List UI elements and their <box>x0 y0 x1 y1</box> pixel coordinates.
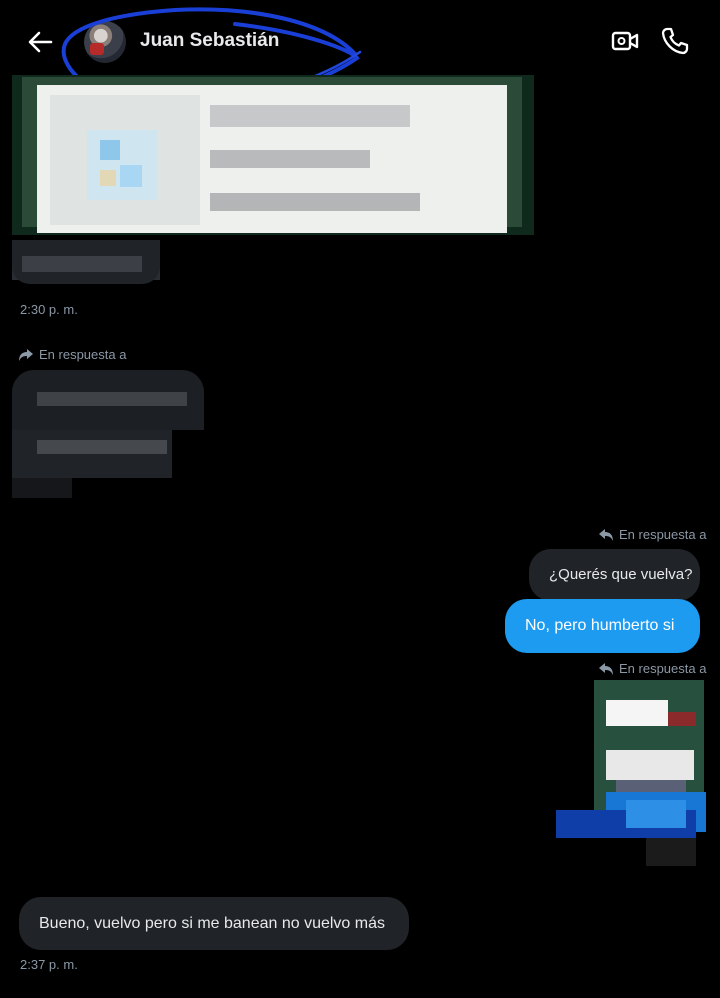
video-camera-icon <box>611 31 639 51</box>
voice-call-button[interactable] <box>660 26 690 56</box>
reply-label-text: En respuesta a <box>619 527 707 542</box>
censored-quoted-message[interactable] <box>12 370 212 500</box>
avatar[interactable] <box>84 21 126 63</box>
sent-message-bubble[interactable]: No, pero humberto si <box>505 599 700 653</box>
video-call-button[interactable] <box>610 26 640 56</box>
phone-icon <box>661 27 689 55</box>
reply-label-outgoing: En respuesta a <box>598 527 706 542</box>
reply-forward-icon <box>19 348 33 361</box>
received-message-bubble[interactable]: Bueno, vuelvo pero si me banean no vuelv… <box>19 897 409 950</box>
reply-label-text: En respuesta a <box>619 661 707 676</box>
reply-label-incoming: En respuesta a <box>18 347 126 362</box>
reply-label-text: En respuesta a <box>39 347 127 362</box>
censored-shared-post[interactable] <box>12 75 534 280</box>
contact-name[interactable]: Juan Sebastián <box>140 30 279 52</box>
reply-icon <box>599 528 613 541</box>
back-button[interactable] <box>22 24 58 60</box>
quoted-message-bubble[interactable]: ¿Querés que vuelva? <box>529 549 700 601</box>
dm-conversation-screen: Juan Sebastián 2:30 p. m. En respuesta a… <box>0 0 720 998</box>
conversation-header: Juan Sebastián <box>0 0 720 110</box>
censored-sent-image[interactable] <box>556 680 706 875</box>
message-timestamp: 2:30 p. m. <box>20 302 78 317</box>
reply-label-outgoing: En respuesta a <box>598 661 706 676</box>
censored-incoming-text[interactable] <box>12 240 162 295</box>
reply-icon <box>599 662 613 675</box>
arrow-left-icon <box>28 31 53 53</box>
message-timestamp: 2:37 p. m. <box>20 957 78 972</box>
